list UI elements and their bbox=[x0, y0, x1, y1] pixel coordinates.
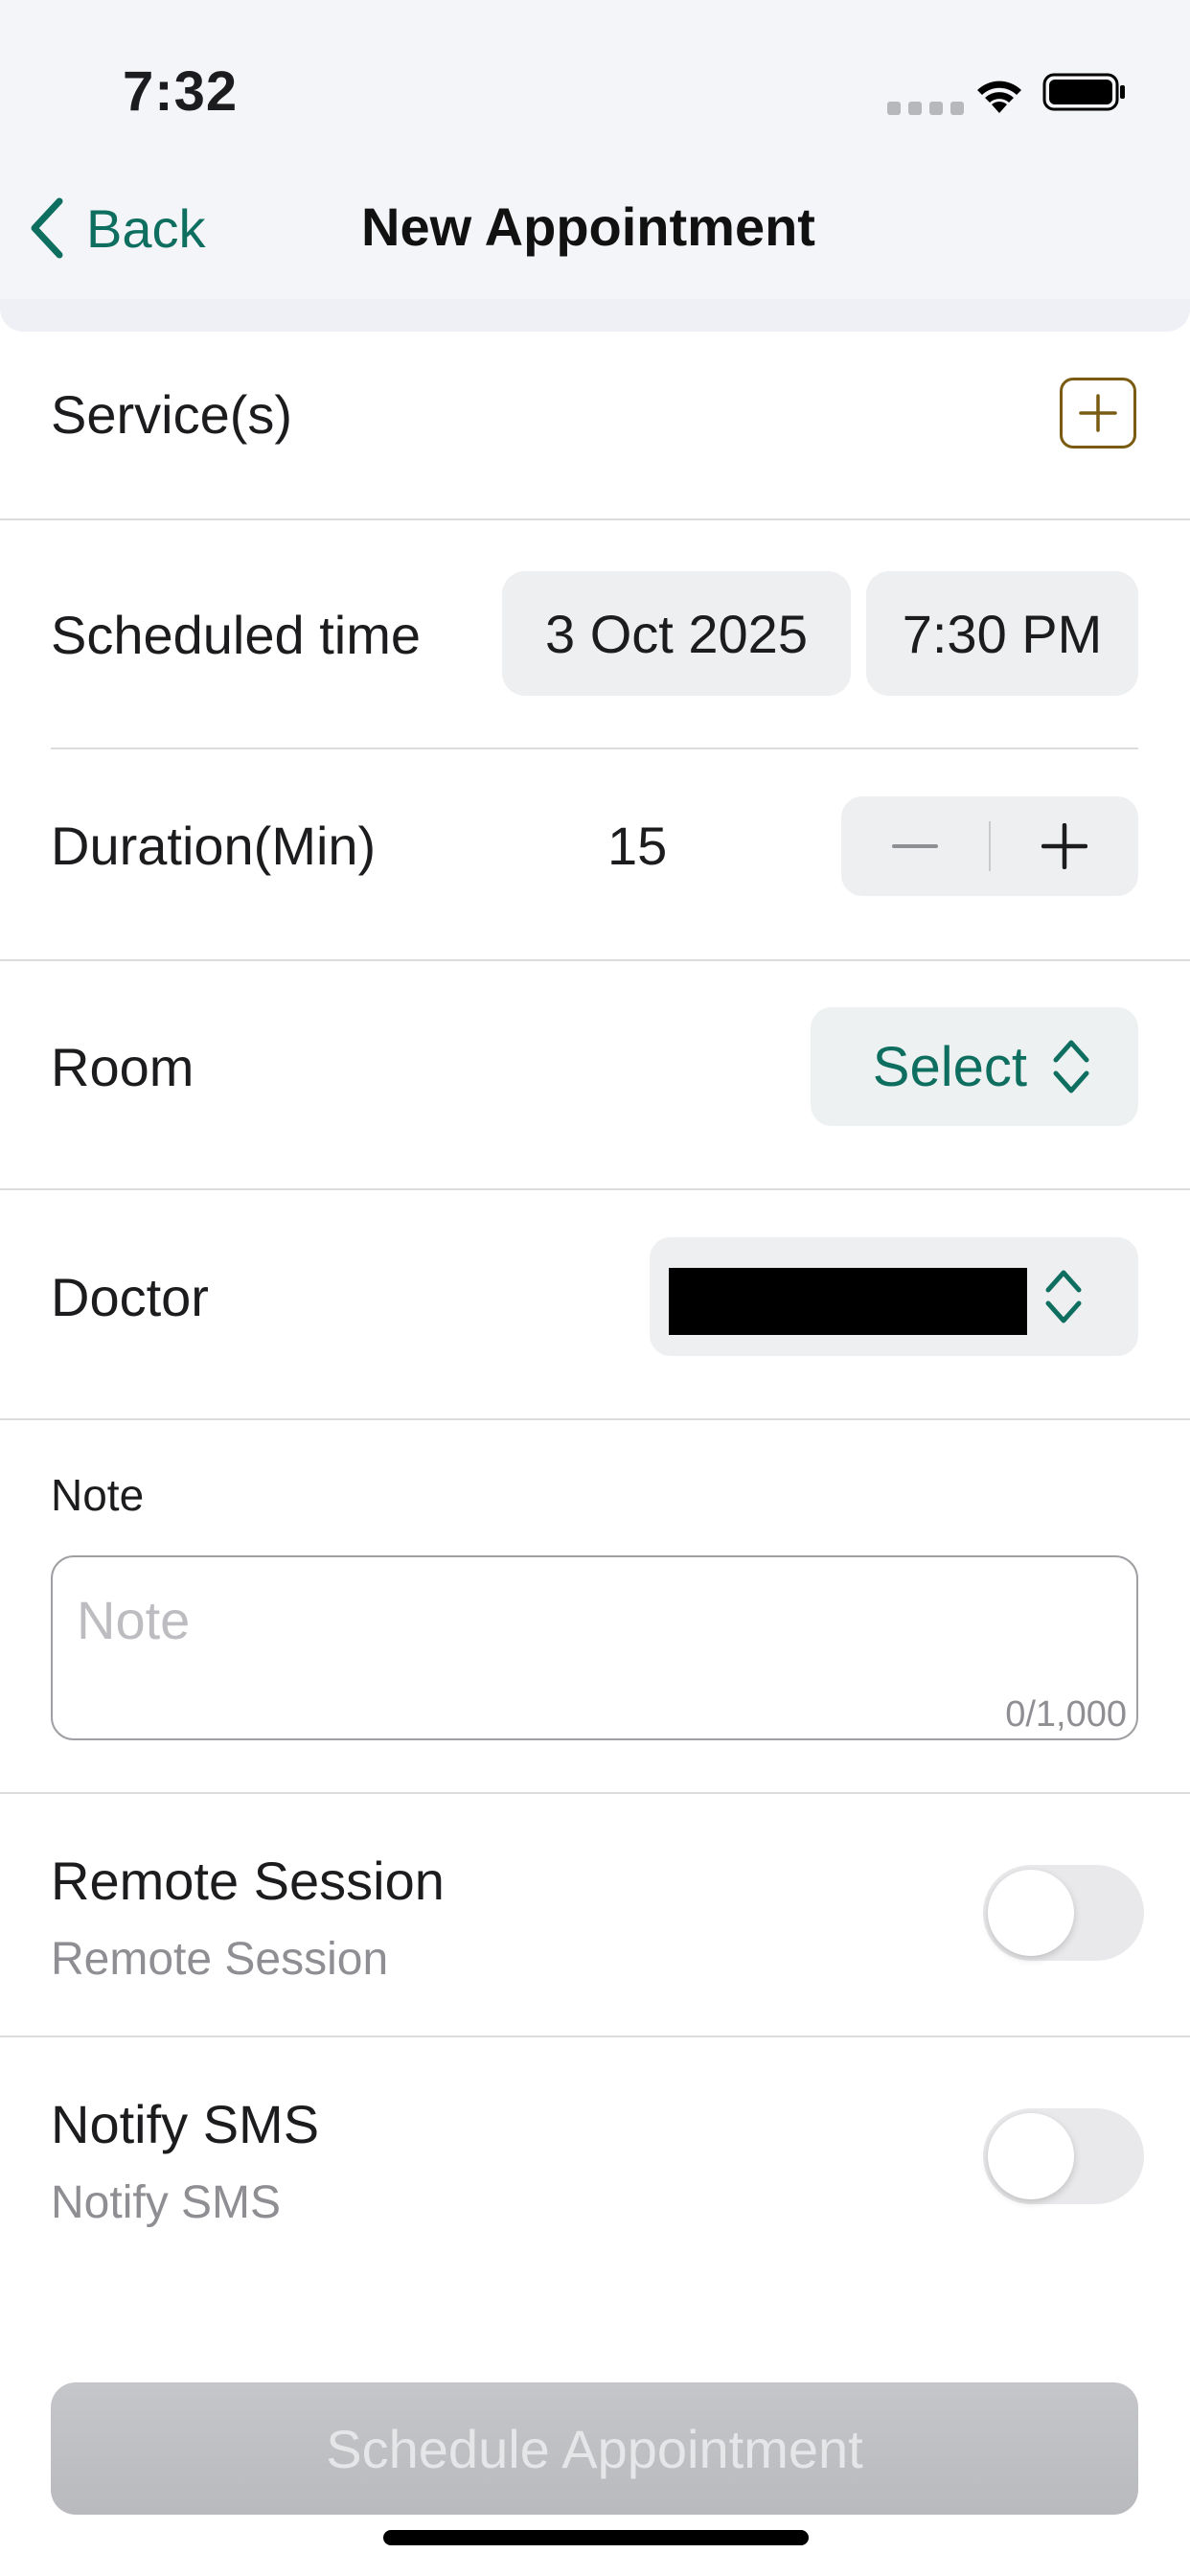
remote-session-subtitle: Remote Session bbox=[51, 1934, 389, 1985]
add-service-button[interactable] bbox=[1060, 378, 1136, 448]
up-down-chevron-icon bbox=[1053, 1040, 1089, 1093]
minus-icon bbox=[892, 844, 938, 848]
header-shadow bbox=[0, 299, 1190, 332]
notify-sms-subtitle: Notify SMS bbox=[51, 2177, 282, 2228]
room-select[interactable]: Select bbox=[811, 1007, 1138, 1126]
duration-stepper bbox=[841, 796, 1138, 896]
toggle-knob bbox=[988, 2113, 1074, 2199]
home-indicator bbox=[383, 2530, 809, 2545]
divider bbox=[0, 2036, 1190, 2037]
date-picker-button[interactable]: 3 Oct 2025 bbox=[502, 571, 851, 696]
divider bbox=[0, 1792, 1190, 1794]
notify-sms-title: Notify SMS bbox=[51, 2094, 320, 2154]
divider bbox=[0, 1418, 1190, 1420]
remote-session-toggle[interactable] bbox=[983, 1865, 1144, 1961]
duration-label: Duration(Min) bbox=[51, 816, 377, 876]
cellular-signal-icon bbox=[887, 102, 964, 115]
time-picker-button[interactable]: 7:30 PM bbox=[866, 571, 1138, 696]
room-label: Room bbox=[51, 1037, 195, 1097]
doctor-label: Doctor bbox=[51, 1267, 209, 1327]
divider bbox=[0, 1188, 1190, 1190]
redacted-doctor-name bbox=[669, 1268, 1027, 1335]
note-textarea[interactable] bbox=[51, 1555, 1138, 1740]
increase-duration-button[interactable] bbox=[991, 796, 1138, 896]
battery-icon bbox=[1042, 73, 1125, 111]
plus-square-icon bbox=[1079, 394, 1117, 432]
toggle-knob bbox=[988, 1870, 1074, 1956]
wifi-icon bbox=[977, 80, 1021, 113]
note-placeholder: Note bbox=[77, 1590, 191, 1650]
status-time: 7:32 bbox=[123, 60, 239, 123]
remote-session-title: Remote Session bbox=[51, 1851, 445, 1911]
scheduled-time-label: Scheduled time bbox=[51, 605, 422, 665]
schedule-appointment-label: Schedule Appointment bbox=[326, 2418, 863, 2479]
note-label: Note bbox=[51, 1470, 145, 1520]
schedule-appointment-button[interactable]: Schedule Appointment bbox=[51, 2382, 1138, 2515]
services-label: Service(s) bbox=[51, 384, 293, 445]
plus-icon bbox=[1041, 823, 1087, 869]
up-down-chevron-icon bbox=[1045, 1270, 1082, 1323]
divider bbox=[51, 748, 1138, 749]
room-select-label: Select bbox=[872, 1035, 1027, 1098]
decrease-duration-button[interactable] bbox=[841, 796, 989, 896]
divider bbox=[0, 959, 1190, 961]
page-title: New Appointment bbox=[361, 196, 815, 257]
note-character-counter: 0/1,000 bbox=[1005, 1694, 1127, 1735]
divider bbox=[0, 518, 1190, 520]
duration-value: 15 bbox=[607, 816, 668, 876]
notify-sms-toggle[interactable] bbox=[983, 2108, 1144, 2204]
